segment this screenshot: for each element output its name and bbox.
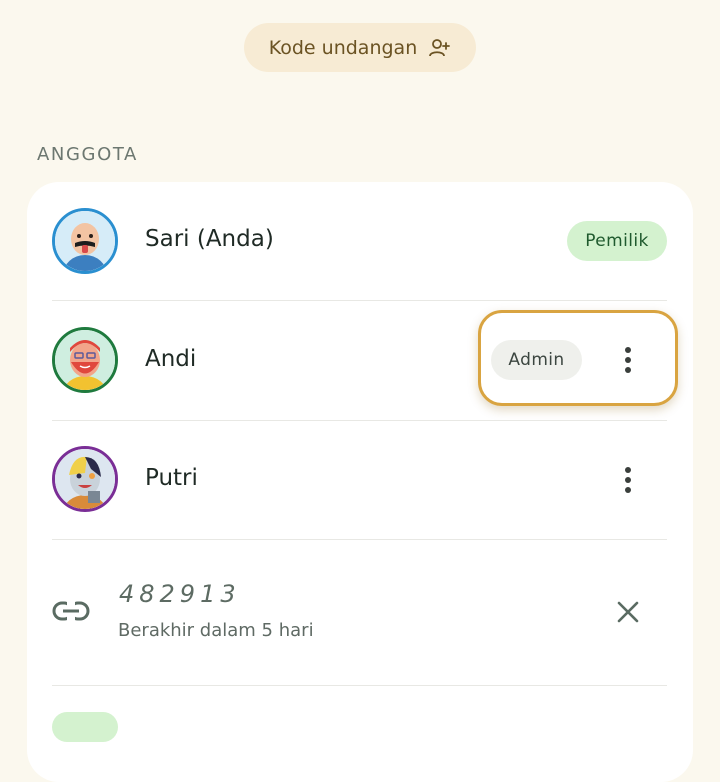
divider [52,685,667,686]
avatar [52,446,118,512]
invite-code-button[interactable]: Kode undangan [244,23,476,72]
link-icon [52,597,90,629]
more-options-button[interactable] [608,340,648,380]
members-card [27,182,693,782]
more-options-button[interactable] [608,460,648,500]
avatar [52,208,118,274]
divider [52,539,667,540]
section-title: ANGGOTA [37,144,138,165]
invite-code-value: 482913 [119,580,241,608]
avatar [52,327,118,393]
partial-button[interactable] [52,712,118,742]
divider [52,420,667,421]
person-add-icon [429,38,451,58]
more-vert-icon [625,467,631,493]
member-name: Sari (Anda) [145,226,274,252]
invite-code-label: Kode undangan [268,36,418,59]
invite-expiry: Berakhir dalam 5 hari [118,620,314,641]
member-name: Putri [145,465,198,491]
member-name: Andi [145,346,197,372]
admin-badge: Admin [491,340,582,380]
owner-badge: Pemilik [567,221,667,261]
close-icon [617,601,639,623]
more-vert-icon [625,347,631,373]
revoke-code-button[interactable] [606,590,650,634]
divider [52,300,667,301]
